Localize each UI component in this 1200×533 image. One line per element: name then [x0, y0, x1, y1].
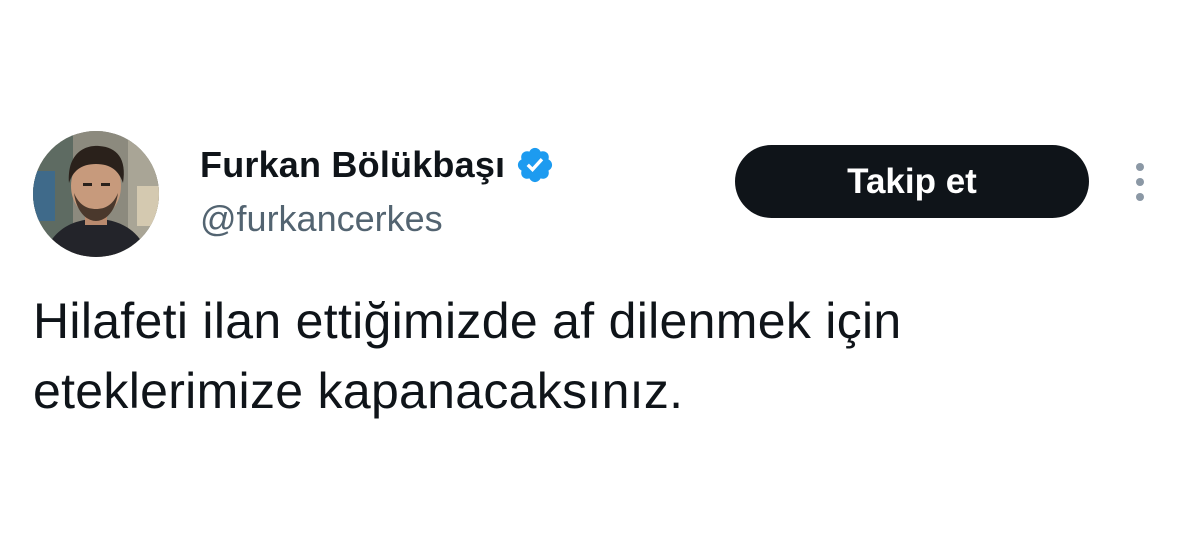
- follow-button[interactable]: Takip et: [735, 145, 1089, 218]
- author-name-row[interactable]: Furkan Bölükbaşı: [200, 140, 555, 190]
- verified-badge-icon: [518, 147, 553, 183]
- more-vertical-icon[interactable]: [1128, 158, 1152, 206]
- avatar[interactable]: [33, 131, 159, 257]
- avatar-photo: [33, 131, 159, 257]
- author-handle[interactable]: @furkancerkes: [200, 198, 443, 240]
- tweet-card: Furkan Bölükbaşı @furkancerkes Takip et …: [0, 0, 1200, 533]
- tweet-text: Hilafeti ilan ettiğimizde af dilenmek iç…: [33, 293, 902, 419]
- author-display-name[interactable]: Furkan Bölükbaşı: [200, 144, 505, 186]
